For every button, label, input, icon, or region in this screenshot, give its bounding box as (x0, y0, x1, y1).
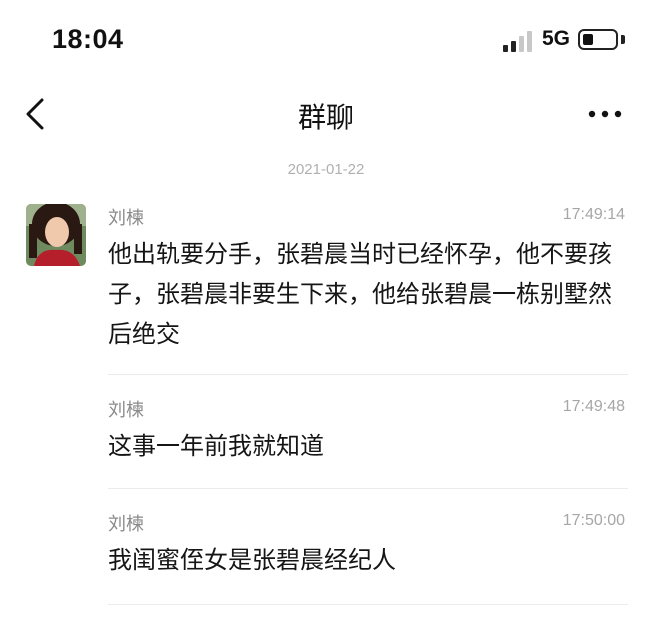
battery-icon (578, 29, 618, 50)
message-item: 刘楝 17:49:48 这事一年前我就知道 (108, 396, 628, 466)
network-type-label: 5G (542, 27, 571, 50)
more-horizontal-icon[interactable] (586, 106, 624, 122)
message-time: 17:49:14 (562, 206, 625, 223)
status-time: 18:04 (52, 24, 124, 54)
cellular-signal-icon (503, 30, 535, 52)
status-bar: 18:04 5G (0, 0, 652, 80)
message-time: 17:49:48 (562, 398, 625, 415)
message-divider (108, 374, 628, 375)
message-text: 他出轨要分手，张碧晨当时已经怀孕，他不要孩子，张碧晨非要生下来，他给张碧晨一栋别… (108, 240, 612, 348)
message-divider (108, 488, 628, 489)
page-title: 群聊 (297, 101, 354, 134)
message-item: 刘楝 17:49:14 他出轨要分手，张碧晨当时已经怀孕，他不要孩子，张碧晨非要… (108, 204, 628, 354)
sender-name: 刘楝 (108, 400, 144, 421)
message-header: 刘楝 17:50:00 (108, 510, 628, 536)
message-text: 这事一年前我就知道 (108, 432, 324, 460)
battery-level-fill (583, 34, 593, 45)
message-header: 刘楝 17:49:14 (108, 204, 628, 230)
message-divider (108, 604, 628, 605)
battery-cap (621, 35, 625, 44)
message-item: 刘楝 17:50:00 我闺蜜侄女是张碧晨经纪人 (108, 510, 628, 580)
avatar[interactable] (26, 204, 86, 266)
message-time: 17:50:00 (562, 512, 625, 529)
message-header: 刘楝 17:49:48 (108, 396, 628, 422)
nav-bar: 群聊 (0, 80, 652, 150)
sender-name: 刘楝 (108, 208, 144, 229)
message-text: 我闺蜜侄女是张碧晨经纪人 (108, 546, 396, 574)
sender-name: 刘楝 (108, 514, 144, 535)
chat-screen: 18:04 5G 群聊 2021-01-22 刘楝 17:49:14 他出轨要分… (0, 0, 652, 640)
date-separator: 2021-01-22 (287, 161, 365, 178)
